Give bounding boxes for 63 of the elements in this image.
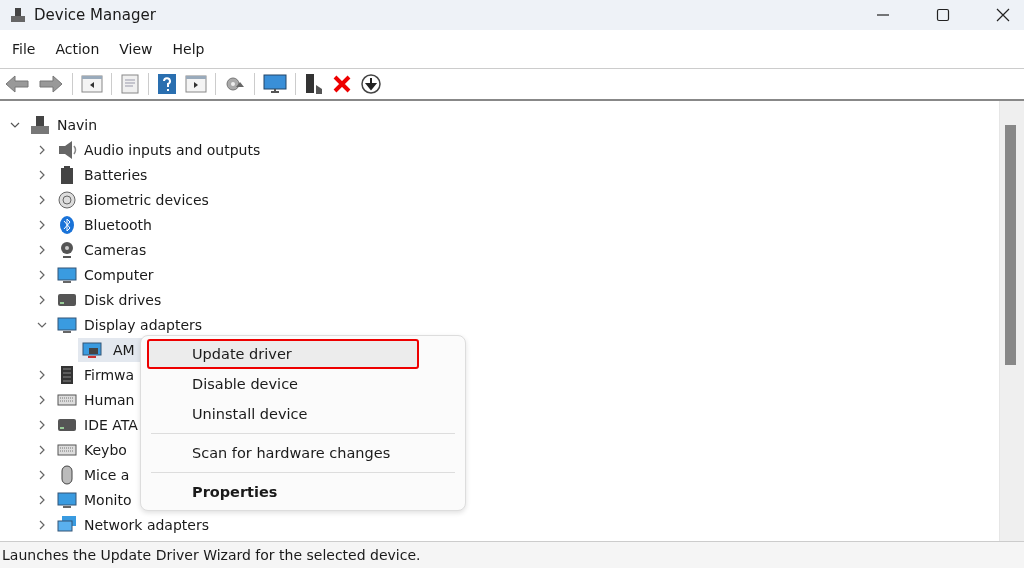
menu-item[interactable]: Properties [147, 477, 459, 507]
collapsed-chevron-icon[interactable] [37, 169, 47, 180]
collapsed-chevron-icon[interactable] [37, 194, 47, 205]
monitor-icon[interactable] [263, 73, 287, 95]
computer-icon [10, 7, 26, 23]
tree-item[interactable]: Batteries [84, 166, 148, 183]
tree-item[interactable]: Disk drives [84, 291, 162, 308]
tree-item[interactable]: Navin [57, 116, 98, 133]
collapsed-chevron-icon[interactable] [37, 394, 47, 405]
tree-item[interactable]: Keybo [84, 441, 127, 458]
help-icon[interactable] [157, 73, 177, 95]
bluetooth-icon [57, 214, 77, 235]
tree-item[interactable]: Biometric devices [84, 191, 209, 208]
collapsed-chevron-icon[interactable] [37, 294, 47, 305]
tree-item[interactable]: Display adapters [84, 316, 203, 333]
collapsed-chevron-icon[interactable] [37, 219, 47, 230]
monitor-icon [57, 489, 77, 510]
collapsed-chevron-icon[interactable] [37, 469, 47, 480]
collapsed-chevron-icon[interactable] [37, 519, 47, 530]
menu-item[interactable]: Help [172, 41, 205, 57]
tree-item[interactable]: Network adapters [84, 516, 209, 533]
speaker-icon [57, 139, 77, 160]
collapsed-chevron-icon[interactable] [37, 444, 47, 455]
tree-item[interactable]: Cameras [84, 241, 147, 258]
menu-item[interactable]: Action [55, 41, 100, 57]
window-title: Device Manager [34, 6, 156, 24]
panel-icon[interactable] [185, 74, 207, 94]
tree-item[interactable]: Computer [84, 266, 154, 283]
tree-item[interactable]: Human [84, 391, 135, 408]
collapsed-chevron-icon[interactable] [37, 144, 47, 155]
collapsed-chevron-icon[interactable] [37, 419, 47, 430]
collapsed-chevron-icon[interactable] [37, 494, 47, 505]
menu-item[interactable]: Disable device [147, 369, 459, 399]
menu-item[interactable]: Uninstall device [147, 399, 459, 429]
tree-item[interactable]: Firmwa [84, 366, 135, 383]
close-icon[interactable] [996, 8, 1010, 22]
menu-item[interactable]: Update driver [147, 339, 419, 369]
monitor-icon [57, 264, 77, 285]
fingerprint-icon [57, 189, 77, 210]
menu-item[interactable]: Scan for hardware changes [147, 438, 459, 468]
x-icon[interactable] [332, 74, 352, 94]
tree-item[interactable]: Audio inputs and outputs [84, 141, 261, 158]
maximize-icon[interactable] [936, 8, 950, 22]
menu-item[interactable]: View [119, 41, 153, 57]
tree-item[interactable]: Mice a [84, 466, 130, 483]
collapsed-chevron-icon[interactable] [37, 244, 47, 255]
menu-item[interactable]: File [12, 41, 36, 57]
back-arrow-icon[interactable] [4, 74, 30, 94]
monitor-icon [57, 314, 77, 335]
scrollbar-thumb[interactable] [1005, 125, 1016, 365]
forward-arrow-icon[interactable] [38, 74, 64, 94]
network-icon [57, 514, 77, 535]
down-arrow-circle-icon[interactable] [360, 73, 382, 95]
tree-item[interactable]: IDE ATA [84, 416, 138, 433]
panel-icon[interactable] [81, 74, 103, 94]
collapsed-chevron-icon[interactable] [37, 369, 47, 380]
device-icon[interactable] [304, 73, 324, 95]
status-text: Launches the Update Driver Wizard for the selected device. [2, 547, 421, 563]
monitor-icon [82, 339, 102, 360]
collapsed-chevron-icon[interactable] [37, 269, 47, 280]
tree-item[interactable]: Bluetooth [84, 216, 152, 233]
tree-item[interactable]: Monito [84, 491, 132, 508]
computer-icon [30, 114, 50, 135]
